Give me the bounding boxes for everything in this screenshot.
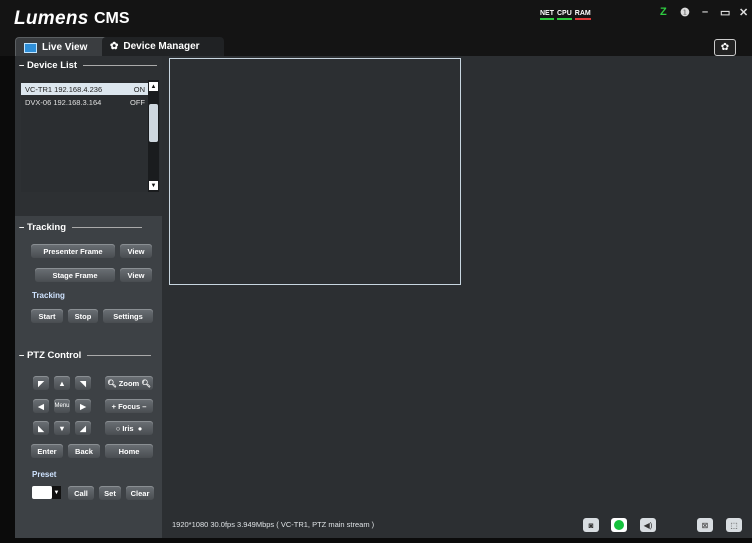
tilt-down-icon[interactable]: ▼ xyxy=(54,421,70,435)
preset-set-button[interactable]: Set xyxy=(99,486,121,500)
iris-open-icon[interactable]: ● xyxy=(138,424,143,433)
focus-control[interactable]: + Focus – xyxy=(105,399,153,413)
iris-control[interactable]: ○ Iris ● xyxy=(105,421,153,435)
pan-left-icon[interactable]: ◀ xyxy=(33,399,49,413)
fullscreen-icon[interactable]: ⬚ xyxy=(726,518,742,532)
focus-near-icon[interactable]: + xyxy=(112,402,116,411)
stage-view-button[interactable]: View xyxy=(120,268,152,282)
iris-label: Iris xyxy=(122,423,134,433)
device-list-scrollbar[interactable]: ▲ ▼ xyxy=(148,80,159,192)
ptz-control-title: – PTZ Control xyxy=(19,350,152,361)
scrollbar-thumb[interactable] xyxy=(149,104,158,142)
app-name: CMS xyxy=(94,10,130,27)
stage-frame-button[interactable]: Stage Frame xyxy=(35,268,115,282)
list-item[interactable]: DVX-06 192.168.3.164 OFF xyxy=(21,96,149,108)
tab-device-manager-label: Device Manager xyxy=(123,41,200,52)
gear-icon: ✿ xyxy=(720,42,730,53)
focus-label: Focus xyxy=(118,401,141,411)
preset-clear-button[interactable]: Clear xyxy=(126,486,154,500)
video-window[interactable] xyxy=(169,58,461,285)
device-list-title: – Device List xyxy=(19,60,158,71)
menu-button[interactable]: Menu xyxy=(54,399,70,413)
list-item[interactable]: VC-TR1 192.168.4.236 ON xyxy=(21,83,149,95)
home-button[interactable]: Home xyxy=(105,444,153,458)
pan-down-right-icon[interactable]: ◢ xyxy=(75,421,91,435)
brand-logo: Lumens xyxy=(14,8,89,29)
info-icon[interactable]: ❶ xyxy=(680,6,690,19)
enter-button[interactable]: Enter xyxy=(31,444,63,458)
zoom-in-icon[interactable]: 🔍︎ xyxy=(141,379,151,388)
pan-down-left-icon[interactable]: ◣ xyxy=(33,421,49,435)
snapshot-camera-icon[interactable]: ◙ xyxy=(583,518,599,532)
tab-live-view[interactable]: Live View xyxy=(15,37,113,57)
tracking-label: Tracking xyxy=(32,291,65,300)
tracking-settings-button[interactable]: Settings xyxy=(103,309,153,323)
device-name: DVX-06 192.168.3.164 xyxy=(25,97,102,107)
close-stream-icon[interactable]: ⊠ xyxy=(697,518,713,532)
stream-status: 1920*1080 30.0fps 3.949Mbps ( VC-TR1, PT… xyxy=(172,520,375,529)
iris-close-icon[interactable]: ○ xyxy=(116,424,121,433)
close-button[interactable]: ✕ xyxy=(739,6,748,19)
start-button[interactable]: Start xyxy=(31,309,63,323)
zoom-label: Zoom xyxy=(118,378,140,388)
preset-select[interactable] xyxy=(32,486,52,499)
chevron-down-icon[interactable]: ▼ xyxy=(52,486,61,499)
gear-icon: ✿ xyxy=(110,41,119,52)
record-icon xyxy=(614,520,624,530)
scroll-down-icon[interactable]: ▼ xyxy=(149,181,158,190)
ram-meter: RAM xyxy=(574,10,591,20)
focus-far-icon[interactable]: – xyxy=(142,402,146,411)
tab-live-view-label: Live View xyxy=(42,42,88,53)
preset-label: Preset xyxy=(32,470,57,479)
device-status: OFF xyxy=(130,97,145,107)
preset-call-button[interactable]: Call xyxy=(68,486,94,500)
device-status: ON xyxy=(133,84,145,94)
minimize-button[interactable]: – xyxy=(702,6,708,18)
system-meters: NET CPU RAM xyxy=(540,10,591,20)
device-list: VC-TR1 192.168.4.236 ON DVX-06 192.168.3… xyxy=(21,80,160,192)
pan-up-right-icon[interactable]: ◥ xyxy=(75,376,91,390)
settings-button[interactable]: ✿ xyxy=(714,39,736,56)
presenter-view-button[interactable]: View xyxy=(120,244,152,258)
back-button[interactable]: Back xyxy=(68,444,100,458)
stop-button[interactable]: Stop xyxy=(68,309,98,323)
net-meter: NET xyxy=(540,10,554,20)
tracking-title: – Tracking xyxy=(19,222,143,233)
pan-up-left-icon[interactable]: ◤ xyxy=(33,376,49,390)
audio-icon[interactable]: ◀) xyxy=(640,518,656,532)
zoom-control[interactable]: 🔍︎ Zoom 🔍︎ xyxy=(105,376,153,390)
left-panel: – Device List VC-TR1 192.168.4.236 ON DV… xyxy=(15,56,162,538)
scroll-up-icon[interactable]: ▲ xyxy=(149,82,158,91)
device-name: VC-TR1 192.168.4.236 xyxy=(25,84,103,94)
z-icon[interactable]: Z xyxy=(660,6,667,18)
zoom-out-icon[interactable]: 🔍︎ xyxy=(107,379,117,388)
maximize-button[interactable]: ▭ xyxy=(720,6,730,19)
tab-device-manager[interactable]: ✿ Device Manager xyxy=(102,37,224,56)
cpu-meter: CPU xyxy=(557,10,572,20)
record-button[interactable] xyxy=(611,518,627,532)
tilt-up-icon[interactable]: ▲ xyxy=(54,376,70,390)
live-view-icon xyxy=(24,42,37,53)
presenter-frame-button[interactable]: Presenter Frame xyxy=(31,244,115,258)
pan-right-icon[interactable]: ▶ xyxy=(75,399,91,413)
